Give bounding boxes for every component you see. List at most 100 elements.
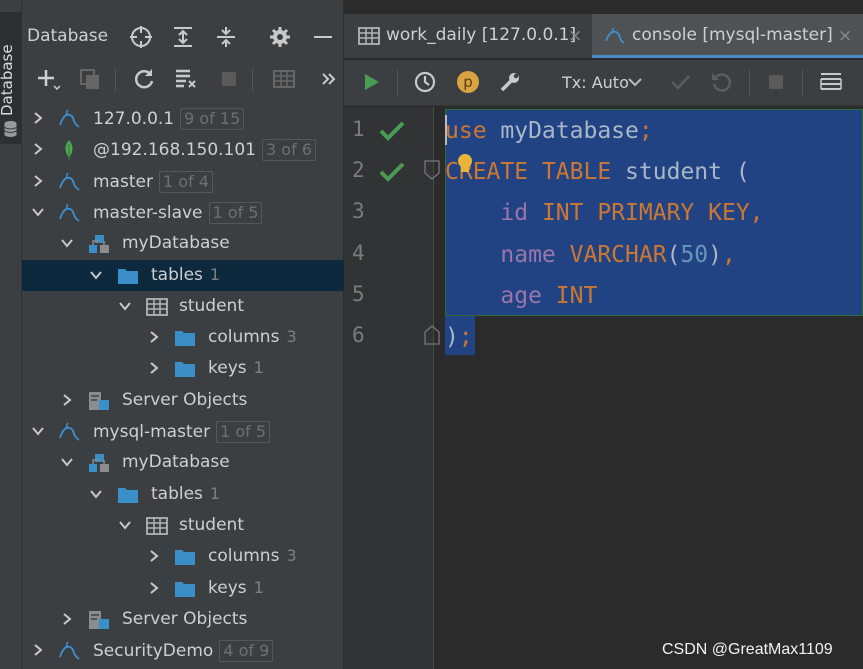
chevron-right-icon[interactable]	[146, 580, 162, 596]
chevron-right-icon[interactable]	[146, 548, 162, 564]
tree-row[interactable]: myDatabase	[22, 228, 344, 259]
code-line: use myDatabase;	[445, 111, 653, 151]
tree-item-count: 1	[209, 264, 221, 284]
table-icon[interactable]	[271, 66, 297, 92]
chevron-right-icon[interactable]	[59, 392, 75, 408]
tree-item-count: 3	[286, 546, 297, 566]
mysql-icon	[58, 202, 80, 224]
tree-item-count: 3	[286, 327, 297, 347]
stop-icon[interactable]	[763, 69, 789, 95]
tab-console-mysql-master[interactable]: console [mysql-master] ×	[592, 14, 863, 58]
rollback-icon[interactable]	[708, 69, 734, 95]
mysql-icon	[58, 108, 80, 130]
tree-row[interactable]: Server Objects	[22, 604, 344, 635]
tree-row[interactable]: 127.0.0.1 9 of 15	[22, 103, 344, 134]
code-token: )	[708, 241, 722, 268]
collapse-all-icon[interactable]	[213, 24, 239, 50]
chevron-down-icon[interactable]	[88, 486, 104, 502]
tree-row[interactable]: keys 1	[22, 353, 344, 384]
schema-count-badge[interactable]: 4 of 9	[219, 640, 274, 663]
minimize-icon[interactable]	[310, 24, 336, 50]
tree-row[interactable]: tables 1	[22, 479, 344, 510]
tab-label: console [mysql-master]	[632, 25, 833, 45]
add-icon[interactable]	[35, 66, 61, 92]
output-icon[interactable]	[818, 69, 844, 95]
refresh-icon[interactable]	[131, 66, 157, 92]
wrench-icon[interactable]	[497, 69, 523, 95]
tree-row[interactable]: student	[22, 291, 344, 322]
tree-item-label: keys 1	[208, 358, 264, 378]
tree-row[interactable]: tables 1	[22, 259, 344, 291]
tx-mode-dropdown[interactable]: Tx: Auto	[562, 73, 629, 92]
commit-icon[interactable]	[667, 69, 693, 95]
chevron-down-icon[interactable]	[59, 235, 75, 251]
tree-row[interactable]: Server Objects	[22, 385, 344, 416]
chevron-right-icon[interactable]	[146, 360, 162, 376]
tab-work-daily[interactable]: work_daily [127.0.0.1] ×	[344, 14, 592, 58]
schema-icon	[88, 452, 110, 474]
code-editor[interactable]: use myDatabase; CREATE TABLE student ( id…	[445, 107, 863, 669]
chevron-down-icon[interactable]	[117, 298, 133, 314]
tree-row[interactable]: master-slave 1 of 5	[22, 197, 344, 228]
close-icon[interactable]: ×	[568, 26, 582, 46]
tree-item-text: 127.0.0.1	[93, 109, 175, 129]
tree-item-label: master 1 of 4	[93, 170, 213, 193]
tree-row[interactable]: columns 3	[22, 322, 344, 353]
close-icon[interactable]: ×	[838, 26, 852, 46]
chevron-down-icon[interactable]	[59, 454, 75, 470]
schema-icon[interactable]	[173, 66, 199, 92]
chevron-down-icon[interactable]	[88, 267, 104, 283]
chevron-down-icon[interactable]	[30, 204, 46, 220]
chevron-down-icon[interactable]	[622, 69, 648, 95]
database-toolbar	[22, 62, 344, 98]
line-number: 4	[352, 240, 365, 265]
tree-item-text: mysql-master	[93, 422, 211, 442]
tree-row[interactable]: myDatabase	[22, 447, 344, 478]
toolbar-separator	[115, 68, 116, 92]
fold-start-icon[interactable]	[424, 160, 440, 181]
tree-item-label: student	[179, 515, 244, 535]
copy-icon[interactable]	[77, 66, 103, 92]
gear-icon[interactable]	[267, 24, 293, 50]
tree-item-label: Server Objects	[122, 609, 247, 629]
line-number: 2	[352, 158, 365, 183]
history-icon[interactable]	[412, 69, 438, 95]
expand-all-icon[interactable]	[170, 24, 196, 50]
tree-item-label: master-slave 1 of 5	[93, 201, 263, 224]
schema-count-badge[interactable]: 1 of 4	[158, 170, 213, 193]
fold-end-icon[interactable]	[424, 325, 440, 345]
schema-count-badge[interactable]: 1 of 5	[216, 421, 271, 443]
chevron-right-icon[interactable]	[59, 611, 75, 627]
more-icon[interactable]	[316, 66, 342, 92]
tree-row[interactable]: mysql-master 1 of 5	[22, 416, 344, 447]
schema-count-badge[interactable]: 1 of 5	[208, 201, 263, 224]
line-number: 1	[352, 117, 365, 141]
lightbulb-icon[interactable]	[455, 153, 475, 175]
crosshair-icon[interactable]	[128, 24, 154, 50]
tree-row[interactable]: columns 3	[22, 541, 344, 572]
chevron-right-icon[interactable]	[146, 329, 162, 345]
tree-row[interactable]: master 1 of 4	[22, 166, 344, 197]
tree-row[interactable]: student	[22, 510, 344, 541]
chevron-right-icon[interactable]	[30, 173, 46, 189]
run-icon[interactable]	[358, 69, 384, 95]
schema-count-badge[interactable]: 3 of 6	[262, 139, 316, 162]
chevron-right-icon[interactable]	[30, 110, 46, 126]
tree-item-count: 1	[253, 358, 264, 378]
stop-icon[interactable]	[216, 66, 242, 92]
chevron-down-icon[interactable]	[30, 423, 46, 439]
schema-count-badge[interactable]: 9 of 15	[180, 108, 245, 130]
tree-item-count: 1	[253, 577, 264, 597]
tree-row[interactable]: SecurityDemo 4 of 9	[22, 635, 344, 666]
chevron-right-icon[interactable]	[30, 642, 46, 658]
tree-row[interactable]: keys 1	[22, 573, 344, 604]
chevron-down-icon[interactable]	[117, 517, 133, 533]
tree-row[interactable]: @192.168.150.101 3 of 6	[22, 134, 344, 165]
tree-item-label: student	[179, 296, 244, 316]
parameter-icon[interactable]: p	[455, 69, 481, 95]
chevron-right-icon[interactable]	[30, 141, 46, 157]
database-tool-tab[interactable]: Database	[0, 12, 22, 144]
tree-item-text: SecurityDemo	[93, 641, 214, 662]
code-token: (	[666, 241, 681, 268]
